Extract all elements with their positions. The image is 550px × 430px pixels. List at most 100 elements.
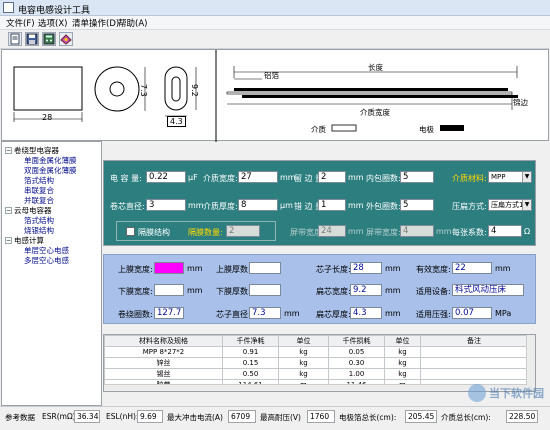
collapse-icon[interactable]: − <box>5 147 12 154</box>
table-cell: 0.91 <box>222 346 279 358</box>
table-cell: kg <box>384 346 421 358</box>
watermark-text: 当下软件园 <box>489 387 544 400</box>
dielectric-width-label: 介质宽度 <box>360 108 390 117</box>
upper-width-unit: mm <box>187 264 203 273</box>
capacitor-drawing <box>13 50 518 142</box>
column-header[interactable]: 千件净耗 <box>222 335 279 347</box>
offset-input[interactable]: 1 <box>318 199 346 211</box>
core-length-label: 芯子长度: <box>316 265 351 274</box>
status-esl-value: 9.69 <box>137 410 163 423</box>
margin-input[interactable]: 2 <box>318 171 346 183</box>
status-surge-value: 6709 <box>228 410 256 423</box>
flat-width-unit: mm <box>385 286 401 295</box>
lower-width-label: 下膜宽度: <box>118 287 153 296</box>
dielectric-width-input[interactable]: 27 <box>238 171 278 183</box>
column-header[interactable]: 单位 <box>384 335 421 347</box>
table-cell: 0.05 <box>328 346 385 358</box>
capacitance-label: 电 容 量: <box>110 174 142 183</box>
core-diameter-unit: mm <box>188 201 204 210</box>
menu-help[interactable]: 帮助(A) <box>118 17 147 29</box>
dielectric-material-select[interactable]: MPP ▼ <box>488 171 532 183</box>
menu-bar: 文件(F) 选项(X) 清单操作(D) 帮助(A) <box>0 16 550 30</box>
upper-width-label: 上膜宽度: <box>118 265 153 274</box>
capacitance-unit: μF <box>188 173 198 182</box>
table-row[interactable]: 锌丝 0.15 kg 0.30 kg <box>104 357 528 369</box>
lower-width-unit: mm <box>187 286 203 295</box>
inner-turns-input[interactable]: 5 <box>400 171 434 183</box>
column-header[interactable]: 备注 <box>420 335 528 347</box>
table-cell: kg <box>278 368 329 380</box>
table-cell: 1.00 <box>328 368 385 380</box>
shield-thickness-input[interactable]: 4 <box>400 225 434 237</box>
equipment-label: 适用设备: <box>416 287 451 296</box>
table-row[interactable]: MPP 8*27*2 0.91 kg 0.05 kg <box>104 346 528 358</box>
shield-checkbox[interactable] <box>126 227 135 236</box>
horizontal-scrollbar[interactable] <box>104 384 527 391</box>
table-cell: 0.30 <box>328 357 385 369</box>
status-foil-length-label: 电极箔总长(cm): <box>339 413 397 422</box>
shield-thickness-unit: mm <box>436 227 452 236</box>
watermark-logo-icon <box>468 384 486 402</box>
tree-node[interactable]: 多层空心电感 <box>24 255 69 266</box>
status-bar: 参考数据 ESR(mΩ) 36.34 ESL(nH): 9.69 最大冲击电流(… <box>0 406 550 430</box>
dielectric-thickness-label: 介质厚度: <box>203 202 238 211</box>
slack-coef-unit: Ω <box>524 227 531 236</box>
table-cell <box>420 357 528 369</box>
upper-thickness-label: 上膜厚数: <box>216 265 251 274</box>
menu-file[interactable]: 文件(F) <box>6 17 35 29</box>
calc-icon[interactable] <box>42 32 56 46</box>
dielectric-thickness-input[interactable]: 8 <box>238 199 278 211</box>
column-header[interactable]: 单位 <box>278 335 329 347</box>
table-header-row: 材料名称及规格 千件净耗 单位 千件损耗 单位 备注 <box>104 335 528 347</box>
dielectric-thickness-unit: μm <box>280 201 293 210</box>
core-length-value: 28 <box>350 262 382 274</box>
length-label: 长度 <box>368 63 383 72</box>
flat-thickness-value: 4.3 <box>350 307 382 319</box>
lower-thickness-value <box>249 284 281 296</box>
oval-height-label: 9.2 <box>190 84 199 97</box>
parameter-panel: 电 容 量: 0.22 μF 介质宽度: 27 mm 留 边 量: 2 mm 内… <box>103 160 536 246</box>
capacitance-input[interactable]: 0.22 <box>146 171 186 183</box>
core-diameter-result-unit: mm <box>284 309 300 318</box>
export-icon[interactable] <box>59 32 73 46</box>
shield-width-input[interactable]: 24 <box>318 225 346 237</box>
core-diameter-label: 卷芯直径: <box>110 202 145 211</box>
dielectric-width-label: 介质宽度: <box>203 174 238 183</box>
foil-label: 铝箔 <box>264 71 279 80</box>
table-cell <box>420 368 528 380</box>
shield-count-input[interactable]: 2 <box>226 225 260 237</box>
lower-width-value <box>154 284 184 296</box>
column-header[interactable]: 材料名称及规格 <box>104 335 223 347</box>
table-cell: kg <box>278 346 329 358</box>
equipment-value: 科式风动压床 <box>452 284 524 296</box>
collapse-icon[interactable]: − <box>5 207 12 214</box>
offset-unit: mm <box>348 201 364 210</box>
slack-coef-input[interactable]: 4 <box>488 225 522 237</box>
shield-thickness-label: 屏带宽度: <box>366 228 401 237</box>
flat-width-value: 9.2 <box>350 284 382 296</box>
legend-electrode: 电极 <box>419 125 434 134</box>
table-row[interactable]: 锡丝 0.50 kg 1.00 kg <box>104 368 528 380</box>
new-icon[interactable] <box>8 32 22 46</box>
pressure-value: 0.07 <box>452 307 492 319</box>
status-foil-length-value: 205.45 <box>405 410 437 423</box>
save-icon[interactable] <box>25 32 39 46</box>
core-diameter-input[interactable]: 3 <box>146 199 186 211</box>
column-header[interactable]: 千件损耗 <box>328 335 385 347</box>
table-cell: kg <box>278 357 329 369</box>
lower-thickness-label: 下膜厚数: <box>216 287 251 296</box>
outer-turns-input[interactable]: 5 <box>400 199 434 211</box>
shield-checkbox-label: 隔膜结构 <box>138 228 170 237</box>
structure-diagram: 28 7.3 9.2 4.3 长度 铝箔 介质宽度 锦边 介质 电极 <box>1 49 549 142</box>
status-esl-label: ESL(nH): <box>106 412 139 421</box>
winding-turns-label: 卷绕圈数: <box>118 310 153 319</box>
effective-width-unit: mm <box>495 264 511 273</box>
menu-options[interactable]: 选项(X) <box>38 17 67 29</box>
legend-dielectric: 介质 <box>311 125 326 134</box>
status-esr-label: ESR(mΩ) <box>42 412 76 421</box>
margin-unit: mm <box>348 173 364 182</box>
menu-list-ops[interactable]: 清单操作(D) <box>72 17 119 29</box>
collapse-icon[interactable]: − <box>5 237 12 244</box>
flat-thickness-label: 扁芯厚度: <box>316 310 351 319</box>
press-method-select[interactable]: 压扁方式1 ▼ <box>488 199 532 211</box>
